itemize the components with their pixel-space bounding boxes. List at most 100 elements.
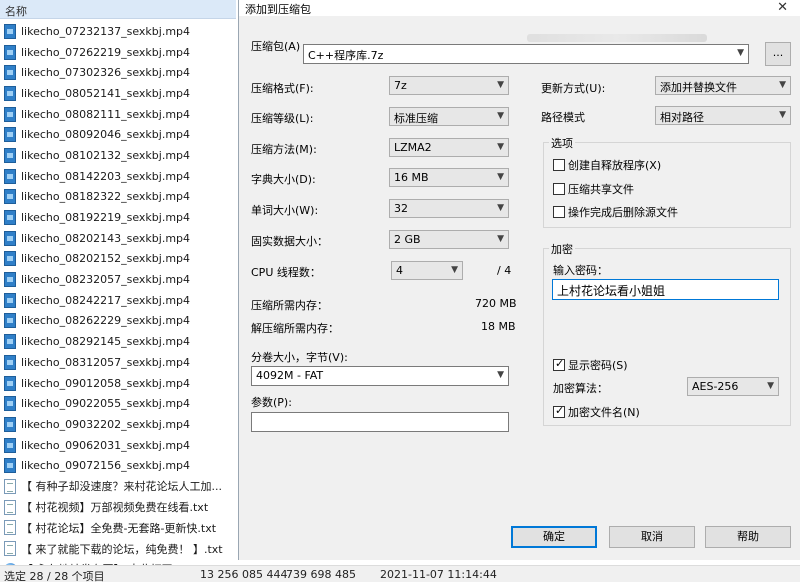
browse-button[interactable]: ... — [765, 42, 791, 66]
format-select[interactable]: 7z ▼ — [389, 76, 509, 95]
file-list: likecho_07232137_sexkbj.mp4 likecho_07262… — [0, 19, 236, 582]
shared-files-checkbox[interactable]: 压缩共享文件 — [553, 181, 634, 197]
encrypt-names-checkbox[interactable]: 加密文件名(N) — [553, 404, 640, 420]
file-list-item[interactable]: likecho_07302326_sexkbj.mp4 — [0, 62, 236, 83]
encrypt-names-label: 加密文件名(N) — [568, 406, 640, 419]
file-name: likecho_09012058_sexkbj.mp4 — [21, 376, 191, 390]
word-select[interactable]: 32 ▼ — [389, 199, 509, 218]
video-file-icon — [4, 416, 16, 432]
file-list-item[interactable]: likecho_08262229_sexkbj.mp4 — [0, 311, 236, 332]
file-list-item[interactable]: 【 来了就能下载的论坛，纯免费！ 】.txt — [0, 538, 236, 559]
file-list-item[interactable]: likecho_08102132_sexkbj.mp4 — [0, 145, 236, 166]
password-input[interactable]: 上村花论坛看小姐姐 — [552, 279, 779, 300]
format-value: 7z — [394, 79, 407, 92]
checkbox-checked-icon — [553, 404, 565, 418]
file-name: likecho_07302326_sexkbj.mp4 — [21, 66, 191, 80]
file-list-item[interactable]: likecho_08142203_sexkbj.mp4 — [0, 166, 236, 187]
chevron-down-icon: ▼ — [497, 111, 504, 121]
file-list-item[interactable]: 【 有种子却没速度？来村花论坛人工加... — [0, 476, 236, 497]
cpu-threads-select[interactable]: 4 ▼ — [391, 261, 463, 280]
file-name: likecho_07232137_sexkbj.mp4 — [21, 24, 191, 38]
video-file-icon — [4, 210, 16, 226]
level-value: 标准压缩 — [394, 112, 438, 125]
file-list-item[interactable]: likecho_08202143_sexkbj.mp4 — [0, 228, 236, 249]
file-name: 【 村花论坛】全免费-无套路-更新快.txt — [21, 521, 217, 535]
file-name: 【 来了就能下载的论坛，纯免费！ 】.txt — [21, 542, 223, 556]
dialog-title: 添加到压缩包 — [245, 3, 311, 16]
sfx-checkbox[interactable]: 创建自释放程序(X) — [553, 157, 661, 173]
chevron-down-icon: ▼ — [497, 142, 504, 152]
file-name: likecho_08192219_sexkbj.mp4 — [21, 211, 191, 225]
file-explorer-pane: 名称 likecho_07232137_sexkbj.mp4 likecho_07… — [0, 0, 236, 576]
method-select[interactable]: LZMA2 ▼ — [389, 138, 509, 157]
file-list-item[interactable]: likecho_09032202_sexkbj.mp4 — [0, 414, 236, 435]
dict-value: 16 MB — [394, 171, 429, 184]
solid-select[interactable]: 2 GB ▼ — [389, 230, 509, 249]
file-name: likecho_08242217_sexkbj.mp4 — [21, 293, 191, 307]
archive-path-combo[interactable]: C++程序库.7z ▼ — [303, 44, 749, 64]
file-list-item[interactable]: likecho_07262219_sexkbj.mp4 — [0, 42, 236, 63]
word-label: 单词大小(W): — [251, 204, 319, 217]
file-list-item[interactable]: likecho_09062031_sexkbj.mp4 — [0, 435, 236, 456]
encryption-method-select[interactable]: AES-256 ▼ — [687, 377, 779, 396]
file-list-item[interactable]: likecho_08092046_sexkbj.mp4 — [0, 124, 236, 145]
chevron-down-icon: ▼ — [497, 203, 504, 213]
file-name: likecho_09032202_sexkbj.mp4 — [21, 417, 191, 431]
file-list-item[interactable]: likecho_09022055_sexkbj.mp4 — [0, 393, 236, 414]
file-name: likecho_09022055_sexkbj.mp4 — [21, 397, 191, 411]
chevron-down-icon: ▼ — [497, 234, 504, 244]
method-label: 压缩方法(M): — [251, 143, 317, 156]
text-file-icon — [4, 520, 16, 536]
video-file-icon — [4, 313, 16, 329]
file-list-item[interactable]: likecho_08232057_sexkbj.mp4 — [0, 269, 236, 290]
total-size: 13 256 085 444 — [200, 568, 288, 581]
file-name: likecho_08202143_sexkbj.mp4 — [21, 231, 191, 245]
file-name: likecho_08202152_sexkbj.mp4 — [21, 252, 191, 266]
file-list-item[interactable]: likecho_08192219_sexkbj.mp4 — [0, 207, 236, 228]
sfx-label: 创建自释放程序(X) — [568, 159, 662, 172]
file-list-item[interactable]: likecho_08312057_sexkbj.mp4 — [0, 352, 236, 373]
file-name: likecho_08182322_sexkbj.mp4 — [21, 190, 191, 204]
dict-select[interactable]: 16 MB ▼ — [389, 168, 509, 187]
password-label: 输入密码： — [553, 264, 608, 277]
file-list-item[interactable]: likecho_08202152_sexkbj.mp4 — [0, 249, 236, 270]
delete-after-checkbox[interactable]: 操作完成后删除源文件 — [553, 204, 678, 220]
file-name: likecho_08082111_sexkbj.mp4 — [21, 107, 191, 121]
file-list-item[interactable]: likecho_08082111_sexkbj.mp4 — [0, 104, 236, 125]
help-button[interactable]: 帮助 — [705, 526, 791, 548]
file-list-item[interactable]: 【 村花视频】万部视频免费在线看.txt — [0, 497, 236, 518]
chevron-down-icon: ▼ — [451, 265, 458, 275]
name-column-header[interactable]: 名称 — [0, 0, 236, 19]
encryption-method-value: AES-256 — [692, 380, 739, 393]
decompress-memory-value: 18 MB — [481, 320, 516, 333]
file-list-item[interactable]: likecho_09012058_sexkbj.mp4 — [0, 373, 236, 394]
video-file-icon — [4, 375, 16, 391]
show-password-checkbox[interactable]: 显示密码(S) — [553, 357, 628, 373]
close-icon[interactable]: ✕ — [777, 0, 788, 15]
file-list-item[interactable]: likecho_09072156_sexkbj.mp4 — [0, 455, 236, 476]
file-list-item[interactable]: likecho_08292145_sexkbj.mp4 — [0, 331, 236, 352]
path-mode-select[interactable]: 相对路径 ▼ — [655, 106, 791, 125]
add-to-archive-dialog: 添加到压缩包 ✕ 压缩包(A) C++程序库.7z ▼ ... 压缩格式(F):… — [238, 0, 800, 560]
split-label: 分卷大小，字节(V): — [251, 351, 348, 364]
split-size-combo[interactable]: 4092M - FAT ▼ — [251, 366, 509, 386]
blurred-path — [527, 34, 707, 42]
params-label: 参数(P): — [251, 396, 292, 409]
file-name: 【 村花视频】万部视频免费在线看.txt — [21, 501, 209, 515]
file-list-item[interactable]: 【 村花论坛】全免费-无套路-更新快.txt — [0, 518, 236, 539]
file-list-item[interactable]: likecho_08182322_sexkbj.mp4 — [0, 187, 236, 208]
cancel-button[interactable]: 取消 — [609, 526, 695, 548]
video-file-icon — [4, 189, 16, 205]
file-list-item[interactable]: likecho_08052141_sexkbj.mp4 — [0, 83, 236, 104]
video-file-icon — [4, 458, 16, 474]
file-list-item[interactable]: likecho_08242217_sexkbj.mp4 — [0, 290, 236, 311]
file-list-item[interactable]: likecho_07232137_sexkbj.mp4 — [0, 21, 236, 42]
level-select[interactable]: 标准压缩 ▼ — [389, 107, 509, 126]
split-size-value: 4092M - FAT — [256, 369, 324, 382]
ok-button[interactable]: 确定 — [511, 526, 597, 548]
update-mode-select[interactable]: 添加并替换文件 ▼ — [655, 76, 791, 95]
video-file-icon — [4, 230, 16, 246]
file-name: likecho_08092046_sexkbj.mp4 — [21, 128, 191, 142]
params-input[interactable] — [251, 412, 509, 432]
dialog-titlebar: 添加到压缩包 ✕ — [239, 0, 800, 16]
